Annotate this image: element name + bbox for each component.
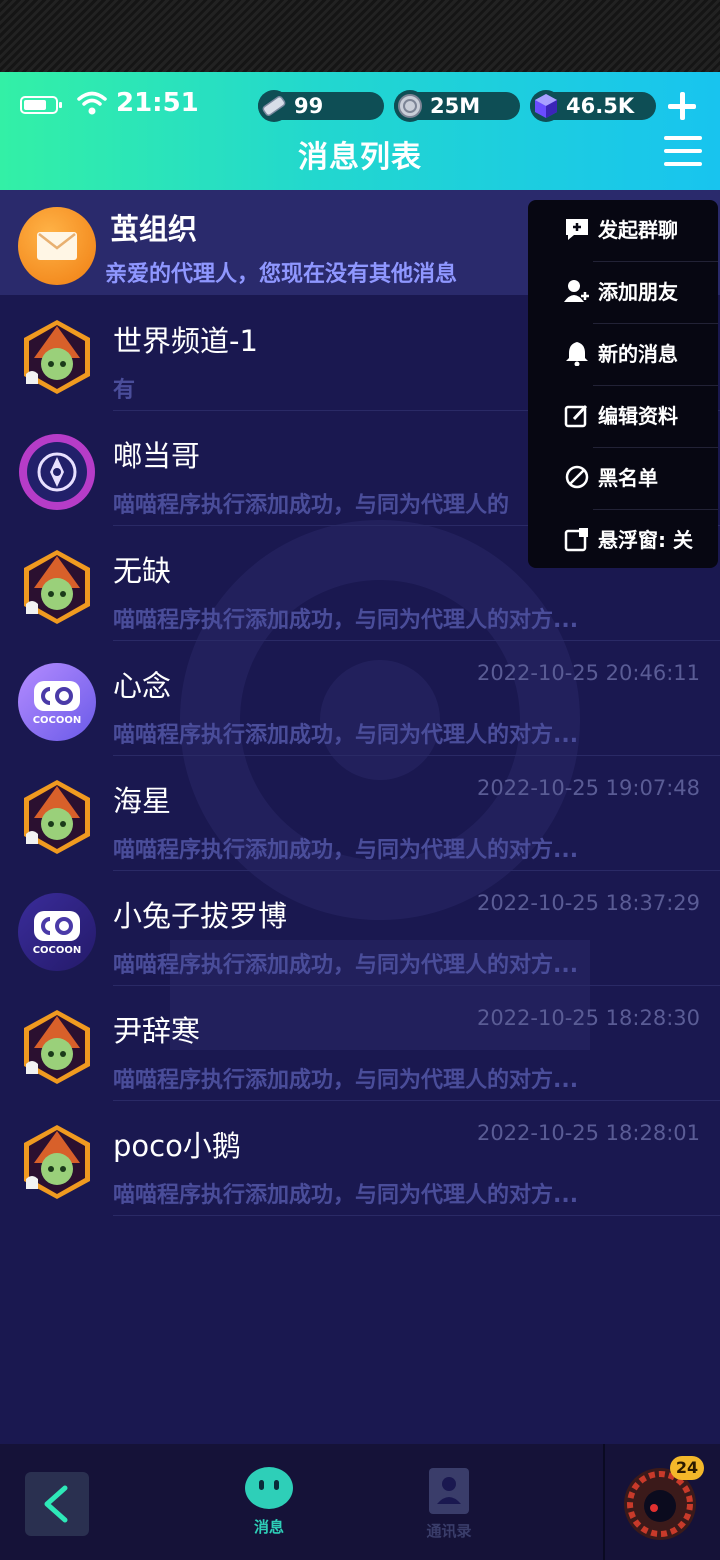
mail-icon xyxy=(18,207,96,285)
wifi-icon xyxy=(77,91,107,115)
pinned-name: 茧组织 xyxy=(110,212,198,246)
pet-notification-badge: 24 xyxy=(670,1456,704,1480)
row-divider xyxy=(113,1215,720,1216)
tab-contacts-label: 通讯录 xyxy=(426,1522,472,1540)
menu-item-label: 添加朋友 xyxy=(598,280,678,304)
menu-item-label: 发起群聊 xyxy=(598,218,678,242)
conversation-name: poco小鹅 xyxy=(113,1129,241,1163)
menu-item-label: 新的消息 xyxy=(598,342,678,366)
ticket-count: 99 xyxy=(294,94,324,118)
conversation-preview: 喵喵程序执行添加成功，与同为代理人的对方... xyxy=(113,723,579,748)
gem-count: 46.5K xyxy=(566,94,635,118)
cocoon-logo-text: COCOON xyxy=(32,945,82,956)
menu-button[interactable] xyxy=(664,134,702,168)
conversation-preview: 喵喵程序执行添加成功，与同为代理人的对方... xyxy=(113,953,579,978)
conversation-item[interactable]: poco小鹅 2022-10-25 18:28:01 喵喵程序执行添加成功，与同为代… xyxy=(0,1101,720,1216)
menu-item-group-chat[interactable]: 发起群聊 xyxy=(528,200,718,262)
conversation-preview: 喵喵程序执行添加成功，与同为代理人的对方... xyxy=(113,838,579,863)
tab-contacts[interactable]: 通讯录 xyxy=(389,1466,509,1541)
menu-item-label: 悬浮窗: 关 xyxy=(598,528,693,552)
avatar[interactable]: COCOON xyxy=(18,663,96,741)
menu-item-block[interactable]: 黑名单 xyxy=(528,448,718,510)
ticket-counter[interactable]: 99 xyxy=(258,90,384,122)
coin-icon xyxy=(394,90,426,122)
bottom-nav: 消息 通讯录 24 xyxy=(0,1444,720,1560)
add-currency-button[interactable] xyxy=(664,88,700,124)
avatar[interactable]: COCOON xyxy=(18,893,96,971)
avatar[interactable] xyxy=(18,1008,96,1086)
page-title: 消息列表 xyxy=(298,140,422,175)
chat-bubble-icon xyxy=(245,1467,293,1509)
more-menu-dropdown: 发起群聊添加朋友新的消息编辑资料黑名单悬浮窗: 关 xyxy=(528,200,718,568)
conversation-name: 小兔子拔罗博 xyxy=(113,899,288,933)
menu-item-label: 编辑资料 xyxy=(598,404,678,428)
conversation-name: 心念 xyxy=(113,669,172,703)
pinned-message: 亲爱的代理人，您现在没有其他消息 xyxy=(105,262,458,287)
conversation-preview: 有 xyxy=(113,378,136,403)
gem-counter[interactable]: 46.5K xyxy=(530,90,656,122)
conversation-time: 2022-10-25 19:07:48 xyxy=(476,776,700,800)
conversation-preview: 喵喵程序执行添加成功，与同为代理人的对方... xyxy=(113,1183,579,1208)
tab-messages[interactable]: 消息 xyxy=(209,1466,329,1537)
conversation-preview: 喵喵程序执行添加成功，与同为代理人的对方... xyxy=(113,608,579,633)
conversation-name: 海星 xyxy=(113,784,172,818)
gem-icon xyxy=(530,90,562,122)
bell-icon xyxy=(564,340,590,367)
coin-counter[interactable]: 25M xyxy=(394,90,520,122)
app-header: 21:51 99 25M 46.5K 消息列表 xyxy=(0,72,720,190)
edit-icon xyxy=(564,402,590,428)
back-arrow-icon xyxy=(44,1485,68,1523)
conversation-time: 2022-10-25 18:37:29 xyxy=(476,891,700,915)
avatar[interactable] xyxy=(18,778,96,856)
nav-divider xyxy=(603,1444,605,1560)
conversation-time: 2022-10-25 18:28:01 xyxy=(476,1121,700,1145)
conversation-name: 啷当哥 xyxy=(113,439,201,473)
add-friend-icon xyxy=(564,278,590,304)
conversation-time: 2022-10-25 18:28:30 xyxy=(476,1006,700,1030)
avatar[interactable] xyxy=(18,548,96,626)
tab-messages-label: 消息 xyxy=(253,1518,284,1536)
conversation-name: 尹辞寒 xyxy=(113,1014,201,1048)
avatar[interactable] xyxy=(18,1123,96,1201)
conversation-name: 无缺 xyxy=(113,554,172,588)
conversation-preview: 喵喵程序执行添加成功，与同为代理人的对方... xyxy=(113,1068,579,1093)
avatar[interactable] xyxy=(18,433,96,511)
conversation-item[interactable]: 尹辞寒 2022-10-25 18:28:30 喵喵程序执行添加成功，与同为代理人的… xyxy=(0,986,720,1101)
back-button[interactable] xyxy=(25,1472,89,1536)
status-bar: 21:51 99 25M 46.5K xyxy=(0,82,720,122)
conversation-preview: 喵喵程序执行添加成功，与同为代理人的 xyxy=(113,493,510,518)
cocoon-logo-text: COCOON xyxy=(32,715,82,726)
system-top-band xyxy=(0,0,720,72)
ticket-icon xyxy=(258,90,290,122)
conversation-time: 2022-10-25 20:46:11 xyxy=(476,661,700,685)
menu-item-add-friend[interactable]: 添加朋友 xyxy=(528,262,718,324)
menu-item-label: 黑名单 xyxy=(598,466,658,490)
menu-item-float-window[interactable]: 悬浮窗: 关 xyxy=(528,510,718,572)
coin-count: 25M xyxy=(430,94,481,118)
conversation-name: 世界频道-1 xyxy=(113,324,258,358)
group-chat-icon xyxy=(564,216,590,242)
contacts-book-icon xyxy=(429,1468,469,1514)
menu-item-edit[interactable]: 编辑资料 xyxy=(528,386,718,448)
battery-icon xyxy=(20,96,62,114)
conversation-item[interactable]: COCOON 小兔子拔罗博 2022-10-25 18:37:29 喵喵程序执行添加成… xyxy=(0,871,720,986)
block-icon xyxy=(564,464,590,490)
conversation-item[interactable]: COCOON 心念 2022-10-25 20:46:11 喵喵程序执行添加成功，与同… xyxy=(0,641,720,756)
status-time: 21:51 xyxy=(116,88,199,118)
conversation-item[interactable]: 海星 2022-10-25 19:07:48 喵喵程序执行添加成功，与同为代理人的对… xyxy=(0,756,720,871)
float-window-icon xyxy=(564,526,590,552)
avatar[interactable] xyxy=(18,318,96,396)
menu-item-bell[interactable]: 新的消息 xyxy=(528,324,718,386)
